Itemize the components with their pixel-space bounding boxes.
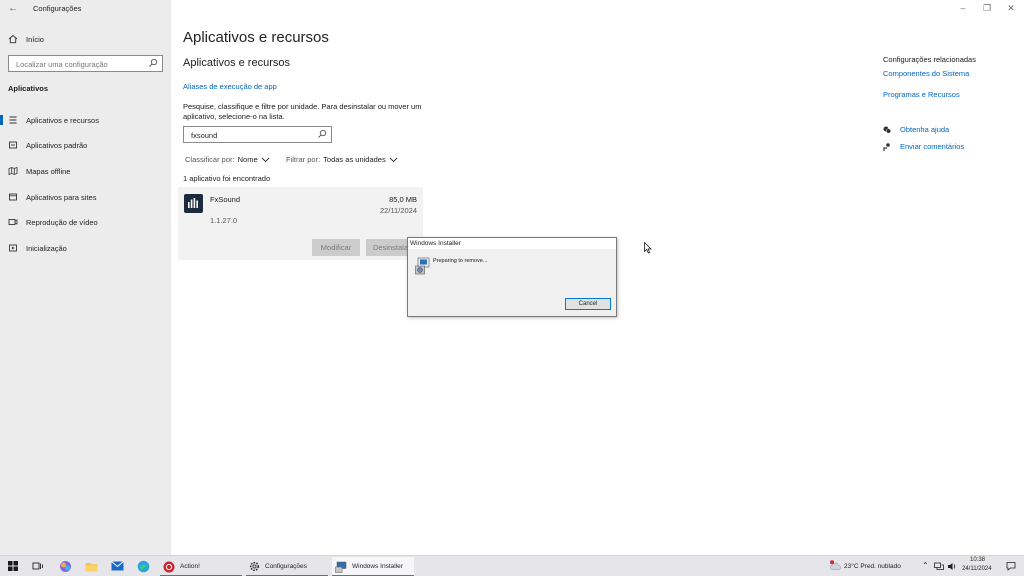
app-title: Configurações: [33, 4, 82, 13]
taskbar-task-label: Windows Installer: [352, 563, 403, 570]
system-components-link[interactable]: Componentes do Sistema: [883, 69, 969, 78]
action-app-icon: [163, 561, 175, 572]
dialog-message: Preparing to remove...: [433, 258, 488, 264]
section-title: Aplicativos e recursos: [183, 57, 290, 69]
help-chat-icon: [883, 126, 891, 134]
taskbar-task-label: Action!: [180, 563, 200, 570]
installer-icon: [415, 257, 430, 275]
app-version: 1.1.27.0: [210, 216, 238, 225]
weather-icon[interactable]: [829, 560, 841, 571]
sidebar-item-offline-maps[interactable]: Mapas offline: [0, 161, 171, 181]
file-explorer-icon[interactable]: [83, 558, 99, 574]
mail-icon[interactable]: [109, 558, 125, 574]
search-icon: [149, 58, 158, 67]
sort-dropdown[interactable]: Classificar por: Nome: [185, 155, 270, 164]
minimize-icon[interactable]: –: [956, 3, 970, 13]
close-icon[interactable]: ✕: [1004, 3, 1018, 14]
sidebar-item-apps-features[interactable]: Aplicativos e recursos: [0, 110, 171, 130]
sidebar-item-default-apps[interactable]: Aplicativos padrão: [0, 135, 171, 155]
taskbar-action-app[interactable]: Action!: [160, 557, 242, 576]
copilot-icon[interactable]: [57, 558, 73, 574]
taskbar: Action! Configurações Windows Installer …: [0, 555, 1024, 576]
weather-text[interactable]: 23°C Pred. nublado: [844, 563, 901, 570]
restore-icon[interactable]: ❐: [980, 3, 994, 14]
clock-time[interactable]: 10:38: [970, 557, 985, 563]
clock-date[interactable]: 24/11/2024: [962, 566, 992, 572]
video-icon: [0, 217, 26, 227]
sidebar-item-startup[interactable]: Inicialização: [0, 238, 171, 258]
sidebar: ← Configurações Início Aplicativos Aplic…: [0, 0, 171, 555]
sidebar-item-video-playback[interactable]: Reprodução de vídeo: [0, 212, 171, 232]
filter-label: Filtrar por:: [286, 155, 321, 164]
filter-value: Todas as unidades: [323, 155, 386, 164]
chevron-down-icon: [261, 157, 269, 162]
app-search-input[interactable]: [189, 130, 309, 141]
app-name: FxSound: [210, 195, 241, 204]
edge-browser-icon[interactable]: [135, 558, 151, 574]
windows-start-icon[interactable]: [5, 558, 21, 574]
filter-dropdown[interactable]: Filtrar por: Todas as unidades: [286, 155, 398, 164]
feedback-icon: [883, 142, 890, 151]
task-view-icon[interactable]: [30, 558, 46, 574]
get-help-label: Obtenha ajuda: [900, 125, 950, 134]
taskbar-windows-installer[interactable]: Windows Installer: [332, 557, 414, 576]
sort-label: Classificar por:: [185, 155, 235, 164]
search-icon: [318, 129, 327, 138]
app-install-date: 22/11/2024: [380, 206, 417, 215]
startup-icon: [0, 243, 26, 253]
windows-installer-dialog: Windows Installer Preparing to remove...…: [407, 237, 617, 317]
fxsound-app-icon: [184, 194, 203, 213]
installer-icon: [335, 561, 347, 573]
sidebar-item-label: Reprodução de vídeo: [26, 217, 98, 227]
programs-features-link[interactable]: Programas e Recursos: [883, 90, 960, 99]
notifications-icon[interactable]: [1006, 561, 1016, 571]
app-execution-aliases-link[interactable]: Aliases de execução de app: [183, 82, 277, 91]
list-icon: [0, 115, 26, 125]
sidebar-item-apps-for-websites[interactable]: Aplicativos para sites: [0, 187, 171, 207]
map-icon: [0, 166, 26, 176]
result-count: 1 aplicativo foi encontrado: [183, 174, 271, 183]
web-apps-icon: [0, 192, 26, 202]
sidebar-home-label: Início: [26, 34, 44, 44]
settings-search[interactable]: [8, 55, 163, 72]
chevron-down-icon: [389, 157, 398, 162]
sidebar-home[interactable]: Início: [8, 33, 44, 45]
default-apps-icon: [0, 140, 26, 150]
dialog-title: Windows Installer: [408, 238, 616, 249]
taskbar-task-label: Configurações: [265, 563, 307, 570]
modify-button[interactable]: Modificar: [312, 239, 360, 256]
back-button[interactable]: ←: [8, 3, 18, 14]
page-title: Aplicativos e recursos: [183, 29, 329, 46]
get-help-link[interactable]: Obtenha ajuda: [883, 125, 949, 134]
gear-icon: [249, 561, 260, 572]
home-icon: [8, 34, 18, 44]
sidebar-item-label: Aplicativos padrão: [26, 140, 88, 150]
app-list-item[interactable]: FxSound 85,0 MB 22/11/2024 1.1.27.0 Modi…: [178, 187, 423, 260]
chevron-up-icon[interactable]: ⌃: [922, 561, 929, 570]
volume-icon[interactable]: [947, 562, 957, 571]
mouse-cursor-icon: [644, 242, 652, 254]
sidebar-section-title: Aplicativos: [8, 84, 49, 93]
sidebar-item-label: Mapas offline: [26, 166, 71, 176]
app-size: 85,0 MB: [389, 195, 417, 204]
sidebar-item-label: Inicialização: [26, 243, 67, 253]
sort-value: Nome: [237, 155, 258, 164]
network-icon[interactable]: [934, 562, 944, 571]
send-feedback-link[interactable]: Enviar comentários: [883, 142, 964, 151]
description-text: Pesquise, classifique e filtre por unida…: [183, 102, 422, 121]
related-settings-title: Configurações relacionadas: [883, 55, 976, 64]
taskbar-settings-app[interactable]: Configurações: [246, 557, 328, 576]
cancel-button[interactable]: Cancel: [565, 298, 611, 310]
settings-search-input[interactable]: [14, 59, 144, 70]
sidebar-item-label: Aplicativos para sites: [26, 192, 97, 202]
sidebar-item-label: Aplicativos e recursos: [26, 115, 99, 125]
app-list-search[interactable]: [183, 126, 332, 143]
send-feedback-label: Enviar comentários: [900, 142, 965, 151]
